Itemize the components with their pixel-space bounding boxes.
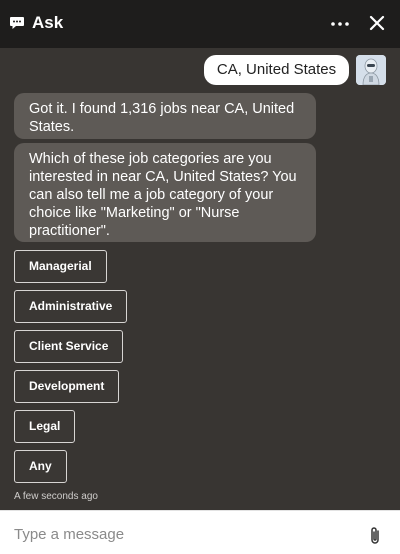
paperclip-icon[interactable]	[366, 526, 384, 546]
option-client-service-button[interactable]: Client Service	[14, 330, 124, 363]
option-administrative-button[interactable]: Administrative	[14, 290, 128, 323]
option-any-button[interactable]: Any	[14, 450, 67, 483]
bot-message: Which of these job categories are you in…	[14, 143, 316, 242]
option-legal-button[interactable]: Legal	[14, 410, 76, 443]
option-managerial-button[interactable]: Managerial	[14, 250, 107, 283]
more-dots-icon[interactable]	[328, 12, 352, 36]
bot-message: Got it. I found 1,316 jobs near CA, Unit…	[14, 93, 316, 139]
chat-header: Ask	[0, 0, 400, 48]
option-development-button[interactable]: Development	[14, 370, 120, 403]
message-composer	[0, 510, 400, 554]
robot-avatar-icon	[356, 55, 386, 85]
user-message: CA, United States	[204, 55, 349, 85]
close-icon[interactable]	[366, 12, 388, 34]
chat-transcript: CA, United States Got it. I found 1,316 …	[0, 48, 400, 510]
user-avatar	[356, 55, 386, 85]
chat-title: Ask	[32, 13, 64, 32]
message-timestamp: A few seconds ago	[14, 491, 98, 502]
chat-bubble-icon	[10, 17, 24, 29]
message-input[interactable]	[14, 524, 354, 544]
